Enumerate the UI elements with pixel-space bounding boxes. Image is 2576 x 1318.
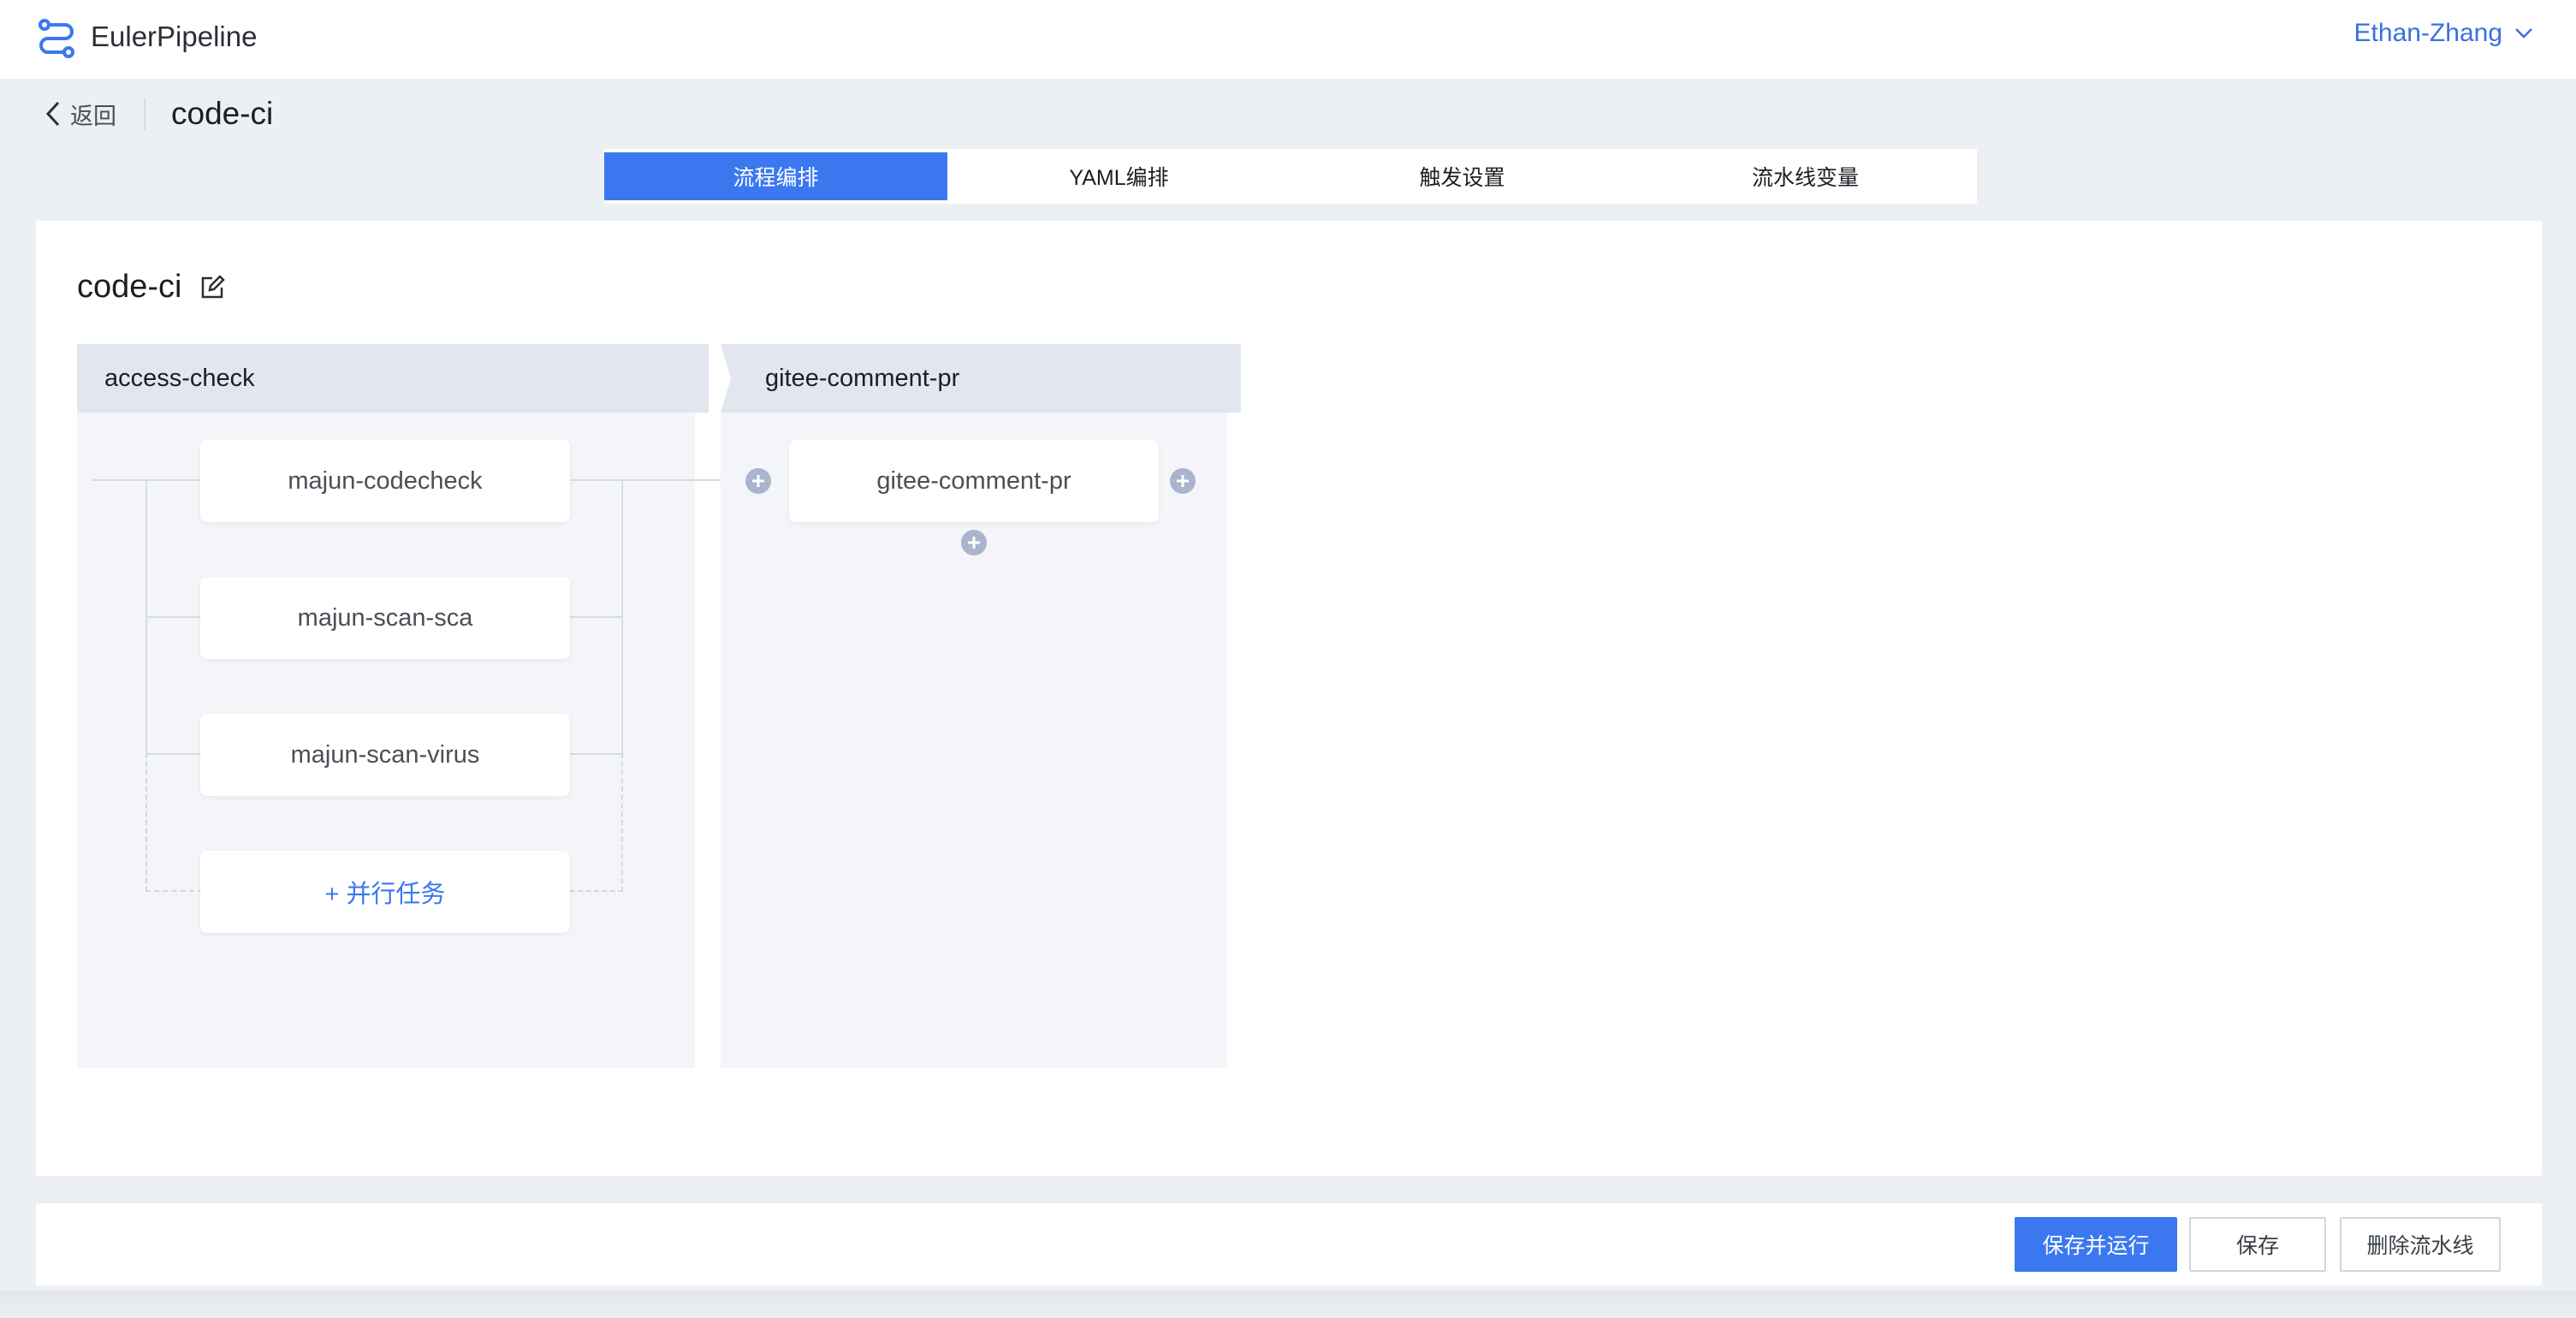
back-button[interactable]: 返回 — [45, 98, 116, 131]
top-header: EulerPipeline Ethan-Zhang — [0, 0, 2576, 79]
save-and-run-button[interactable]: 保存并运行 — [2015, 1217, 2177, 1272]
task-card[interactable]: majun-scan-sca — [200, 577, 570, 659]
task-card[interactable]: gitee-comment-pr — [789, 440, 1159, 522]
divider — [144, 98, 145, 130]
stage-name: access-check — [104, 365, 255, 393]
page-title: code-ci — [171, 96, 273, 132]
connector-dashed — [621, 753, 623, 892]
stage-header-arrow — [695, 344, 710, 413]
connector-line — [570, 616, 623, 618]
stage-name: gitee-comment-pr — [765, 365, 959, 393]
tab-bar: 流程编排 YAML编排 触发设置 流水线变量 — [604, 149, 1977, 204]
tab-trigger-settings[interactable]: 触发设置 — [1291, 152, 1634, 200]
pipeline-editor-panel: code-ci access-check majun-codecheck maj… — [36, 221, 2542, 1176]
connector-dashed — [145, 753, 147, 892]
tab-pipeline-variables[interactable]: 流水线变量 — [1634, 152, 1977, 200]
brand-name: EulerPipeline — [91, 21, 257, 53]
stage-header-access-check[interactable]: access-check — [77, 344, 709, 413]
pipeline-logo-icon — [38, 17, 75, 60]
stage-header-arrow — [1227, 344, 1243, 413]
add-stage-after-icon[interactable] — [1169, 467, 1196, 495]
connector-line — [570, 753, 623, 755]
tab-yaml-orchestration[interactable]: YAML编排 — [947, 152, 1291, 200]
add-stage-before-icon[interactable] — [745, 467, 772, 495]
add-parallel-task-button[interactable]: + 并行任务 — [200, 851, 570, 933]
pipeline-title-row: code-ci — [77, 269, 225, 306]
add-task-below-icon[interactable] — [960, 529, 988, 556]
save-button[interactable]: 保存 — [2189, 1217, 2326, 1272]
user-menu[interactable]: Ethan-Zhang — [2354, 19, 2533, 48]
chevron-left-icon — [45, 100, 62, 128]
action-bar: 保存并运行 保存 删除流水线 — [36, 1203, 2542, 1285]
connector-dashed — [570, 890, 623, 892]
chevron-down-icon — [2514, 27, 2533, 39]
edit-icon[interactable] — [199, 275, 225, 300]
pipeline-title: code-ci — [77, 269, 182, 306]
tab-flow-orchestration[interactable]: 流程编排 — [604, 152, 947, 200]
delete-pipeline-button[interactable]: 删除流水线 — [2340, 1217, 2501, 1272]
stage-header-gitee-comment-pr[interactable]: gitee-comment-pr — [721, 344, 1241, 413]
stage-header-notch — [721, 344, 736, 413]
task-card[interactable]: majun-codecheck — [200, 440, 570, 522]
user-name: Ethan-Zhang — [2354, 19, 2502, 48]
bottom-shadow — [0, 1291, 2576, 1318]
breadcrumb: 返回 code-ci — [45, 92, 273, 135]
back-label: 返回 — [70, 98, 116, 131]
task-card[interactable]: majun-scan-virus — [200, 714, 570, 796]
